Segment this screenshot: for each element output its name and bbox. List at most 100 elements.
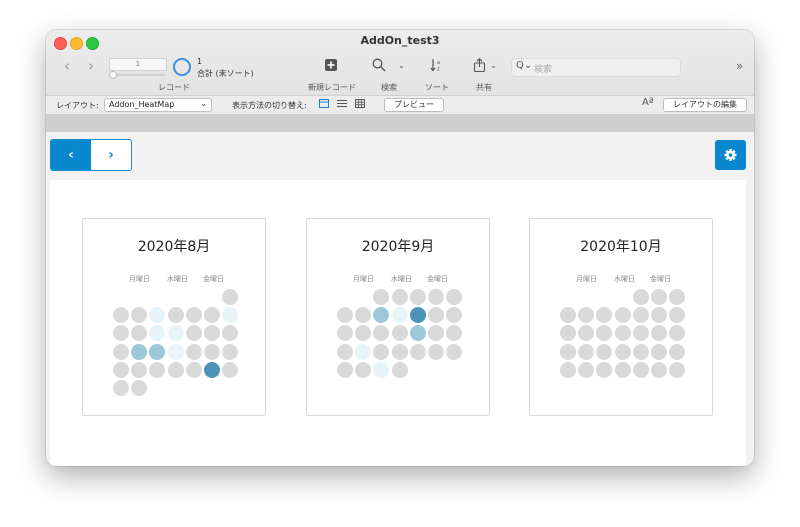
day-cell[interactable] [391, 343, 408, 360]
day-cell[interactable] [632, 343, 649, 360]
day-cell[interactable] [669, 325, 686, 342]
day-cell[interactable] [355, 361, 372, 378]
table-view-icon[interactable] [355, 99, 365, 108]
day-cell[interactable] [578, 343, 595, 360]
day-cell[interactable] [669, 361, 686, 378]
day-cell[interactable] [185, 325, 202, 342]
day-cell[interactable] [355, 325, 372, 342]
day-cell[interactable] [614, 361, 631, 378]
day-cell[interactable] [204, 343, 220, 360]
day-cell[interactable] [391, 307, 408, 324]
day-cell[interactable] [373, 361, 390, 378]
day-cell[interactable] [596, 307, 613, 324]
day-cell[interactable] [167, 307, 184, 324]
day-cell[interactable] [428, 289, 444, 305]
toolbar-overflow-icon[interactable]: » [736, 59, 743, 73]
new-record-button[interactable] [325, 59, 337, 75]
day-cell[interactable] [113, 343, 129, 360]
day-cell[interactable] [149, 343, 166, 360]
day-cell[interactable] [578, 361, 595, 378]
day-cell[interactable] [131, 343, 148, 360]
day-cell[interactable] [409, 289, 426, 305]
day-cell[interactable] [651, 361, 667, 378]
day-cell[interactable] [391, 289, 408, 305]
day-cell[interactable] [337, 361, 353, 378]
day-cell[interactable] [131, 380, 148, 396]
day-cell[interactable] [560, 325, 576, 342]
day-cell[interactable] [632, 289, 649, 305]
day-cell[interactable] [355, 307, 372, 324]
day-cell[interactable] [560, 361, 576, 378]
list-view-icon[interactable] [337, 99, 347, 108]
day-cell[interactable] [428, 343, 444, 360]
day-cell[interactable] [446, 343, 463, 360]
day-cell[interactable] [632, 307, 649, 324]
find-options-chevron-icon[interactable]: ⌄ [398, 61, 405, 70]
day-cell[interactable] [614, 307, 631, 324]
day-cell[interactable] [167, 343, 184, 360]
day-cell[interactable] [391, 325, 408, 342]
day-cell[interactable] [167, 325, 184, 342]
day-cell[interactable] [446, 325, 463, 342]
day-cell[interactable] [113, 361, 129, 378]
day-cell[interactable] [409, 325, 426, 342]
day-cell[interactable] [222, 361, 239, 378]
day-cell[interactable] [669, 289, 686, 305]
next-month-button[interactable]: › [91, 140, 131, 170]
day-cell[interactable] [149, 307, 166, 324]
day-cell[interactable] [185, 361, 202, 378]
sort-button[interactable]: az [430, 58, 444, 76]
day-cell[interactable] [428, 325, 444, 342]
day-cell[interactable] [651, 289, 667, 305]
day-cell[interactable] [651, 343, 667, 360]
day-cell[interactable] [131, 361, 148, 378]
day-cell[interactable] [409, 343, 426, 360]
form-view-icon[interactable] [319, 99, 329, 108]
day-cell[interactable] [632, 325, 649, 342]
day-cell[interactable] [596, 343, 613, 360]
day-cell[interactable] [131, 325, 148, 342]
day-cell[interactable] [149, 361, 166, 378]
day-cell[interactable] [113, 380, 129, 396]
settings-button[interactable] [715, 140, 746, 170]
day-cell[interactable] [391, 361, 408, 378]
day-cell[interactable] [596, 361, 613, 378]
day-cell[interactable] [651, 325, 667, 342]
day-cell[interactable] [373, 307, 390, 324]
day-cell[interactable] [373, 289, 390, 305]
day-cell[interactable] [185, 307, 202, 324]
day-cell[interactable] [113, 325, 129, 342]
day-cell[interactable] [373, 325, 390, 342]
day-cell[interactable] [185, 343, 202, 360]
day-cell[interactable] [355, 343, 372, 360]
day-cell[interactable] [560, 307, 576, 324]
day-cell[interactable] [131, 307, 148, 324]
layout-select[interactable]: Addon_HeatMap ⌄ [104, 98, 212, 112]
share-options-chevron-icon[interactable]: ⌄ [490, 61, 497, 70]
day-cell[interactable] [149, 325, 166, 342]
quick-find-search-field[interactable]: Q⌄ 検索 [511, 58, 681, 77]
day-cell[interactable] [204, 361, 220, 378]
day-cell[interactable] [337, 343, 353, 360]
day-cell[interactable] [578, 307, 595, 324]
day-cell[interactable] [204, 325, 220, 342]
text-format-icon[interactable]: Aª [642, 97, 654, 108]
day-cell[interactable] [446, 307, 463, 324]
day-cell[interactable] [446, 289, 463, 305]
edit-layout-button[interactable]: レイアウトの編集 [663, 98, 747, 112]
previous-record-button[interactable]: ‹ [64, 57, 70, 75]
day-cell[interactable] [222, 289, 239, 305]
day-cell[interactable] [632, 361, 649, 378]
day-cell[interactable] [596, 325, 613, 342]
day-cell[interactable] [560, 343, 576, 360]
find-button[interactable] [372, 58, 386, 76]
share-button[interactable] [473, 58, 486, 76]
day-cell[interactable] [204, 307, 220, 324]
day-cell[interactable] [651, 307, 667, 324]
previous-month-button[interactable]: ‹ [51, 140, 91, 170]
day-cell[interactable] [428, 307, 444, 324]
day-cell[interactable] [222, 343, 239, 360]
day-cell[interactable] [337, 307, 353, 324]
day-cell[interactable] [337, 325, 353, 342]
day-cell[interactable] [222, 325, 239, 342]
